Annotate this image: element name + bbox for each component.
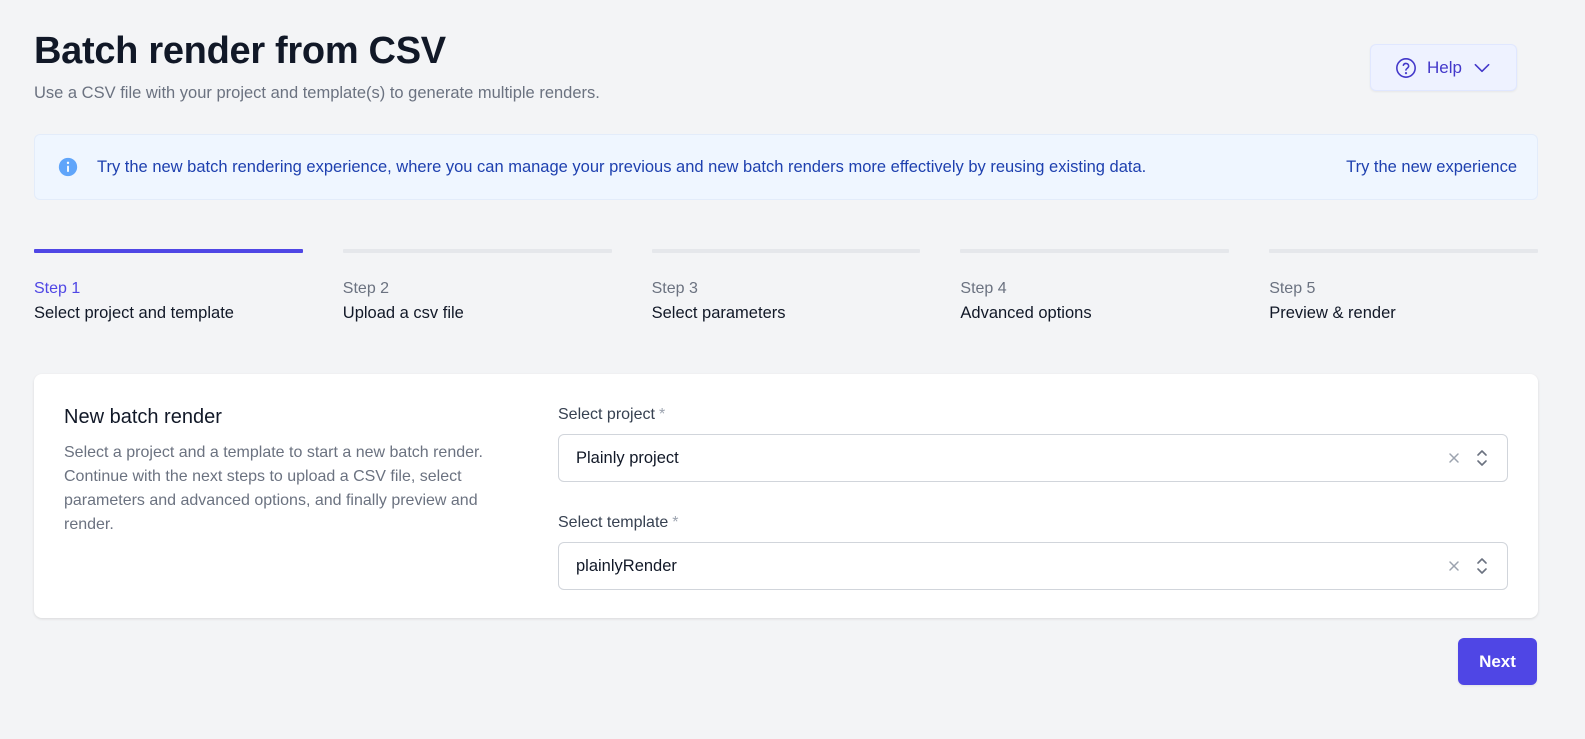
template-select-value: plainlyRender: [576, 556, 677, 575]
project-field: Select project * Plainly project: [558, 406, 1508, 482]
banner-text: Try the new batch rendering experience, …: [97, 157, 1147, 176]
info-icon: [57, 156, 79, 178]
template-field: Select template * plainlyRender: [558, 514, 1508, 590]
required-mark: *: [658, 406, 666, 423]
step-label: Select parameters: [651, 304, 786, 322]
step-progress-bar: [651, 249, 921, 253]
step-number: Step 2: [342, 280, 390, 297]
step-label: Upload a csv file: [342, 304, 464, 322]
step-label: Advanced options: [960, 304, 1092, 322]
question-circle-icon: [1395, 57, 1417, 79]
chevron-up-down-icon: [1475, 555, 1489, 577]
project-select-value: Plainly project: [576, 448, 679, 467]
step-3[interactable]: Step 3 Select parameters: [651, 249, 921, 323]
template-field-label: Select template *: [558, 514, 1508, 532]
project-label-text: Select project: [558, 406, 655, 423]
clear-icon[interactable]: [1447, 451, 1461, 465]
card-title: New batch render: [64, 406, 222, 428]
step-number: Step 3: [651, 280, 698, 297]
card-intro: New batch render Select a project and a …: [64, 406, 524, 537]
step-progress-bar: [342, 249, 612, 253]
step-label: Select project and template: [34, 304, 234, 322]
next-button[interactable]: Next: [1458, 638, 1537, 685]
template-select[interactable]: plainlyRender: [558, 542, 1508, 590]
step-progress-bar: [1269, 249, 1538, 253]
page: Batch render from CSV Use a CSV file wit…: [0, 0, 1585, 739]
project-field-label: Select project *: [558, 406, 1508, 424]
chevron-up-down-icon: [1475, 447, 1489, 469]
step-number: Step 5: [1269, 280, 1316, 297]
chevron-down-icon: [1472, 58, 1492, 78]
step-5[interactable]: Step 5 Preview & render: [1269, 249, 1538, 323]
step-number: Step 4: [960, 280, 1007, 297]
clear-icon[interactable]: [1447, 559, 1461, 573]
page-subtitle: Use a CSV file with your project and tem…: [34, 84, 600, 102]
step-progress-bar: [960, 249, 1230, 253]
card-description: Select a project and a template to start…: [64, 444, 483, 533]
help-button[interactable]: Help: [1370, 44, 1517, 91]
help-label: Help: [1427, 57, 1462, 77]
stepper: Step 1 Select project and template Step …: [34, 249, 1538, 323]
step-1[interactable]: Step 1 Select project and template: [34, 249, 303, 323]
project-select[interactable]: Plainly project: [558, 434, 1508, 482]
new-batch-render-card: New batch render Select a project and a …: [34, 374, 1538, 618]
template-label-text: Select template: [558, 514, 669, 531]
step-number: Step 1: [34, 280, 81, 297]
step-label: Preview & render: [1269, 304, 1396, 322]
step-2[interactable]: Step 2 Upload a csv file: [342, 249, 612, 323]
new-experience-banner: Try the new batch rendering experience, …: [34, 134, 1538, 200]
page-header: Batch render from CSV Use a CSV file wit…: [34, 0, 1551, 134]
step-progress-bar: [34, 249, 303, 253]
try-new-experience-link[interactable]: Try the new experience: [1346, 158, 1517, 177]
page-title: Batch render from CSV: [34, 30, 446, 72]
step-4[interactable]: Step 4 Advanced options: [960, 249, 1230, 323]
required-mark: *: [672, 514, 679, 531]
